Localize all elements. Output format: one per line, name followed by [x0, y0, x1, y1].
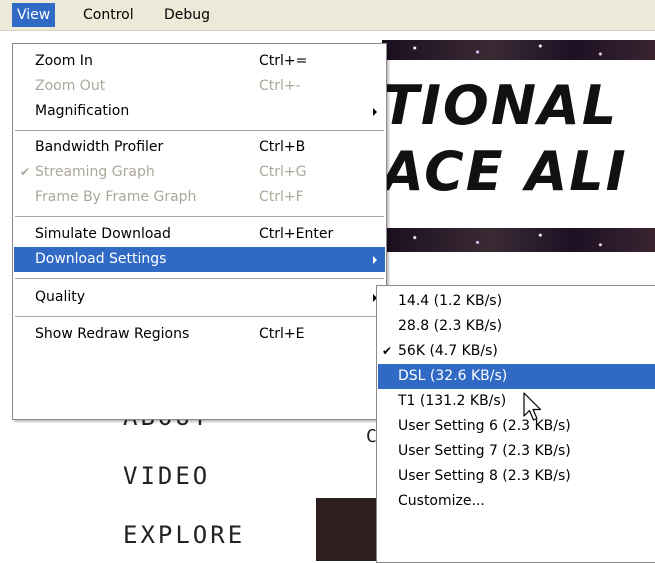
download-settings-submenu: 14.4 (1.2 KB/s) 28.8 (2.3 KB/s) ✔ 56K (4… [376, 285, 655, 563]
check-icon: ✔ [382, 344, 393, 358]
menu-item-label: Quality [35, 289, 86, 305]
menu-item-shortcut: Ctrl+F [259, 189, 304, 205]
menu-item-label: DSL (32.6 KB/s) [398, 368, 508, 384]
menu-control[interactable]: Control [78, 3, 139, 27]
menu-item-frame-by-frame-graph[interactable]: Frame By Frame Graph Ctrl+F [14, 185, 385, 210]
menu-item-label: Customize... [398, 493, 485, 509]
menu-separator [15, 278, 384, 279]
menu-separator [15, 316, 384, 317]
menu-item-label: Zoom In [35, 53, 93, 69]
speed-option-user-setting-7[interactable]: User Setting 7 (2.3 KB/s) [378, 439, 655, 464]
menu-item-label: Streaming Graph [35, 164, 155, 180]
submenu-arrow-icon [373, 108, 377, 116]
speed-option-28-8[interactable]: 28.8 (2.3 KB/s) [378, 314, 655, 339]
menu-item-shortcut: Ctrl+B [259, 139, 306, 155]
menu-item-shortcut: Ctrl+= [259, 53, 308, 69]
menu-item-bandwidth-profiler[interactable]: Bandwidth Profiler Ctrl+B [14, 135, 385, 160]
menu-item-label: Zoom Out [35, 78, 106, 94]
menu-item-shortcut: Ctrl+- [259, 78, 301, 94]
menu-item-shortcut: Ctrl+E [259, 326, 305, 342]
menu-item-label: 56K (4.7 KB/s) [398, 343, 498, 359]
menu-item-quality[interactable]: Quality [14, 285, 385, 310]
menu-item-label: Magnification [35, 103, 130, 119]
speed-option-56k[interactable]: ✔ 56K (4.7 KB/s) [378, 339, 655, 364]
menu-item-label: Frame By Frame Graph [35, 189, 197, 205]
menu-separator [15, 130, 384, 131]
check-icon: ✔ [20, 165, 31, 179]
menu-item-label: User Setting 8 (2.3 KB/s) [398, 468, 571, 484]
speed-option-t1[interactable]: T1 (131.2 KB/s) [378, 389, 655, 414]
menu-item-label: Simulate Download [35, 226, 171, 242]
speed-option-14-4[interactable]: 14.4 (1.2 KB/s) [378, 289, 655, 314]
nav-link-video[interactable]: VIDEO [123, 462, 210, 490]
banner-space-strip [382, 228, 655, 252]
menu-item-label: User Setting 7 (2.3 KB/s) [398, 443, 571, 459]
menu-item-zoom-in[interactable]: Zoom In Ctrl+= [14, 49, 385, 74]
menu-item-shortcut: Ctrl+Enter [259, 226, 334, 242]
banner-text-line-2: ACE ALI [382, 140, 628, 203]
menu-separator [15, 216, 384, 217]
speed-option-customize[interactable]: Customize... [378, 489, 655, 514]
menu-item-label: Download Settings [35, 251, 167, 267]
menu-item-zoom-out[interactable]: Zoom Out Ctrl+- [14, 74, 385, 99]
menu-item-magnification[interactable]: Magnification [14, 99, 385, 124]
submenu-arrow-icon [373, 256, 377, 264]
menu-debug[interactable]: Debug [159, 3, 215, 27]
speed-option-dsl[interactable]: DSL (32.6 KB/s) [378, 364, 655, 389]
menu-item-download-settings[interactable]: Download Settings [14, 247, 385, 272]
view-menu: Zoom In Ctrl+= Zoom Out Ctrl+- Magnifica… [12, 43, 387, 420]
menu-item-label: 28.8 (2.3 KB/s) [398, 318, 503, 334]
title-banner: TIONAL ACE ALI [382, 40, 655, 255]
mouse-pointer-icon [523, 392, 542, 421]
speed-option-user-setting-8[interactable]: User Setting 8 (2.3 KB/s) [378, 464, 655, 489]
menu-item-streaming-graph[interactable]: ✔ Streaming Graph Ctrl+G [14, 160, 385, 185]
menu-item-label: Show Redraw Regions [35, 326, 190, 342]
menu-item-simulate-download[interactable]: Simulate Download Ctrl+Enter [14, 222, 385, 247]
menu-bar: View Control Debug [0, 0, 655, 31]
banner-text-line-1: TIONAL [382, 74, 619, 137]
menu-item-show-redraw-regions[interactable]: Show Redraw Regions Ctrl+E [14, 322, 385, 347]
menu-view[interactable]: View [12, 3, 56, 27]
menu-item-label: Bandwidth Profiler [35, 139, 164, 155]
menu-item-label: T1 (131.2 KB/s) [398, 393, 507, 409]
menu-item-shortcut: Ctrl+G [259, 164, 307, 180]
menu-item-label: 14.4 (1.2 KB/s) [398, 293, 503, 309]
speed-option-user-setting-6[interactable]: User Setting 6 (2.3 KB/s) [378, 414, 655, 439]
nav-link-explore[interactable]: EXPLORE [123, 521, 245, 549]
banner-space-strip [382, 40, 655, 60]
